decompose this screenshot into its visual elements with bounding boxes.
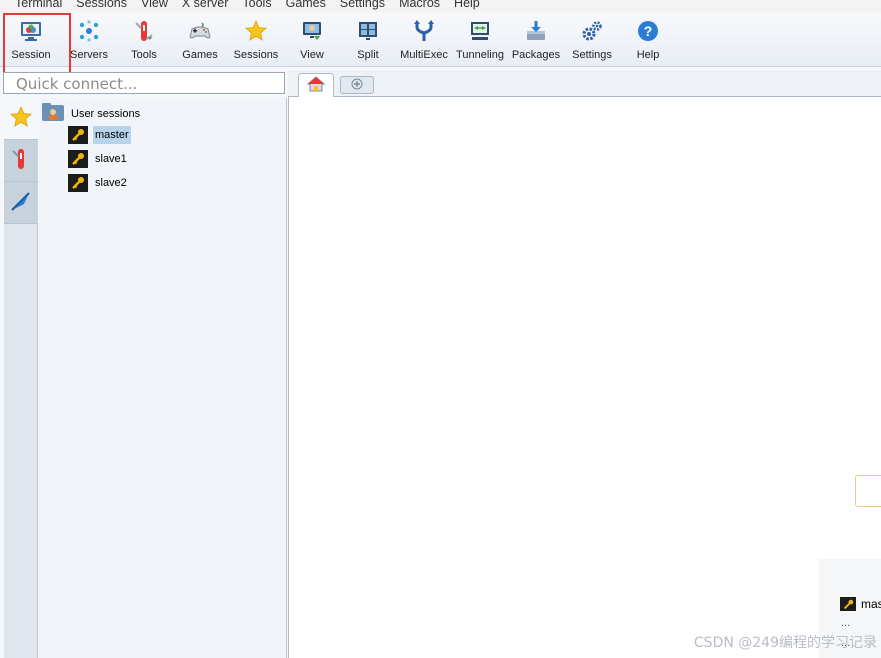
tunneling-icon: [468, 19, 492, 43]
packages-button[interactable]: Packages: [512, 13, 560, 67]
help-button[interactable]: ? Help: [628, 13, 668, 67]
games-button[interactable]: Games: [178, 13, 222, 67]
tools-knife-icon: [132, 19, 156, 43]
help-question-icon: ?: [636, 19, 660, 43]
menu-tools[interactable]: Tools: [235, 0, 278, 10]
session-item-slave1[interactable]: slave1: [68, 150, 129, 168]
split-button[interactable]: Split: [346, 13, 390, 67]
session-item-slave2[interactable]: slave2: [68, 174, 129, 192]
fork-icon: [412, 19, 436, 43]
star-icon: [9, 105, 33, 132]
tree-root-label: User sessions: [71, 107, 141, 120]
menu-games[interactable]: Games: [279, 0, 333, 10]
watermark: CSDN @249编程的学习记录: [693, 635, 877, 651]
menu-help[interactable]: Help: [447, 0, 487, 10]
tools-button[interactable]: Tools: [122, 13, 166, 67]
view-button[interactable]: View: [290, 13, 334, 67]
paper-plane-icon: [9, 189, 33, 216]
help-button-label: Help: [636, 49, 660, 61]
session-button[interactable]: Session: [7, 13, 55, 67]
menu-x-server[interactable]: X server: [175, 0, 236, 10]
key-icon: [840, 597, 856, 611]
split-button-label: Split: [357, 49, 379, 61]
plus-icon: [351, 78, 363, 93]
servers-button-label: Servers: [70, 49, 108, 61]
menu-bar: Terminal Sessions View X server Tools Ga…: [0, 0, 881, 13]
session-tree: User sessions master slave1 slave2: [39, 98, 287, 658]
user-folder-icon: [42, 103, 64, 124]
recent-more-1: ...: [841, 617, 851, 629]
tab-tools[interactable]: [4, 140, 38, 182]
tab-sftp[interactable]: [4, 182, 38, 224]
main-area: mas ... ...: [288, 97, 881, 658]
tree-root-user-sessions[interactable]: User sessions: [42, 103, 142, 124]
settings-button[interactable]: Settings: [570, 13, 614, 67]
svg-text:?: ?: [644, 23, 653, 39]
tools-knife-icon: [9, 147, 33, 174]
toolbar: Session Servers Tools Games Sessions Vie…: [0, 13, 881, 67]
quick-connect-input[interactable]: [3, 72, 285, 94]
sessions-button-label: Sessions: [233, 49, 279, 61]
recent-session-label: mas: [861, 597, 881, 611]
session-monitor-icon: [19, 19, 43, 43]
split-screen-icon: [356, 19, 380, 43]
menu-terminal[interactable]: Terminal: [8, 0, 69, 10]
key-icon: [68, 150, 88, 168]
session-item-label: master: [93, 126, 131, 144]
partial-button[interactable]: [855, 475, 881, 507]
session-item-label: slave2: [95, 177, 127, 189]
session-item-master[interactable]: master: [68, 126, 131, 144]
tab-bar: [288, 70, 881, 97]
sidebar-tabs: [4, 98, 38, 658]
tab-sessions[interactable]: [4, 98, 38, 140]
tunneling-button-label: Tunneling: [456, 49, 504, 61]
tab-home[interactable]: [298, 73, 334, 97]
multiexec-button[interactable]: MultiExec: [400, 13, 448, 67]
menu-view[interactable]: View: [134, 0, 175, 10]
session-item-label: slave1: [95, 153, 127, 165]
sessions-button[interactable]: Sessions: [232, 13, 280, 67]
menu-macros[interactable]: Macros: [392, 0, 447, 10]
menu-settings[interactable]: Settings: [333, 0, 392, 10]
packages-download-icon: [524, 19, 548, 43]
key-icon: [68, 126, 88, 144]
packages-button-label: Packages: [511, 49, 561, 61]
menu-sessions[interactable]: Sessions: [69, 0, 134, 10]
view-button-label: View: [300, 49, 324, 61]
settings-button-label: Settings: [572, 49, 612, 61]
session-button-label: Session: [11, 49, 51, 61]
tools-button-label: Tools: [131, 49, 157, 61]
gamepad-icon: [188, 19, 212, 43]
new-tab-button[interactable]: [340, 76, 374, 94]
tunneling-button[interactable]: Tunneling: [455, 13, 505, 67]
servers-button[interactable]: Servers: [66, 13, 112, 67]
mobaxterm-window: Terminal Sessions View X server Tools Ga…: [0, 0, 881, 658]
gears-icon: [580, 19, 604, 43]
multiexec-button-label: MultiExec: [400, 49, 448, 61]
key-icon: [68, 174, 88, 192]
view-monitor-icon: [300, 19, 324, 43]
home-icon: [306, 76, 326, 95]
servers-dots-icon: [77, 19, 101, 43]
star-icon: [244, 19, 268, 43]
games-button-label: Games: [182, 49, 218, 61]
recent-session-item[interactable]: mas: [840, 597, 881, 611]
